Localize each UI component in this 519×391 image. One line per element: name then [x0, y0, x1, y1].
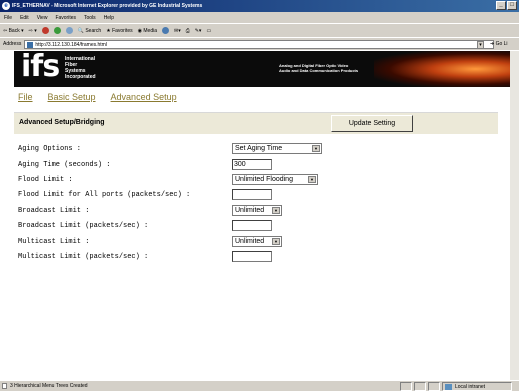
flood-all-input[interactable] [232, 189, 272, 200]
print-icon[interactable]: ⎙ [186, 28, 190, 34]
address-url: http://3.112.130.184/frames.html [35, 41, 107, 48]
ie-icon: e [2, 2, 10, 10]
flood-limit-label: Flood Limit : [18, 176, 73, 184]
aging-time-label: Aging Time (seconds) : [18, 161, 111, 169]
aging-options-value: Set Aging Time [235, 145, 283, 152]
multicast-pps-label: Multicast Limit (packets/sec) : [18, 253, 149, 261]
multicast-limit-label: Multicast Limit : [18, 238, 90, 246]
chevron-down-icon: ▼ [272, 207, 280, 214]
forward-icon[interactable]: ⇨ ▾ [29, 28, 37, 34]
mail-icon[interactable]: ✉▾ [174, 28, 181, 34]
address-dropdown-icon[interactable]: ▾ [477, 41, 484, 49]
document-icon [2, 383, 7, 389]
zone-label: Local intranet [455, 383, 486, 390]
multicast-limit-value: Unlimited [235, 238, 265, 245]
refresh-icon[interactable] [53, 27, 61, 34]
fiber-optic-image [374, 51, 519, 87]
nav-basic-setup-link[interactable]: Basic Setup [48, 92, 96, 102]
status-text: 3 Hierarchical Menu Trees Created [10, 383, 88, 389]
status-bar: 3 Hierarchical Menu Trees Created Local … [0, 380, 519, 391]
multicast-pps-input[interactable] [232, 251, 272, 262]
update-setting-button[interactable]: Update Setting [331, 115, 413, 132]
menu-help[interactable]: Help [104, 15, 114, 21]
home-icon[interactable] [65, 27, 73, 34]
favorites-button[interactable]: ★ Favorites [106, 28, 132, 34]
menu-favorites[interactable]: Favorites [55, 15, 76, 21]
broadcast-pps-label: Broadcast Limit (packets/sec) : [18, 222, 149, 230]
broadcast-pps-input[interactable] [232, 220, 272, 231]
status-cell [428, 381, 440, 391]
status-cell [400, 381, 412, 391]
security-zone: Local intranet [442, 381, 512, 391]
scrollbar[interactable] [510, 51, 519, 380]
broadcast-limit-value: Unlimited [235, 207, 265, 214]
broadcast-limit-select[interactable]: Unlimited ▼ [232, 205, 282, 216]
section-header: Advanced Setup/Bridging Update Setting [14, 112, 498, 134]
address-bar: Address http://3.112.130.184/frames.html… [0, 37, 519, 50]
company-line: Incorporated [65, 74, 96, 80]
back-label: Back [8, 27, 20, 34]
top-nav: File Basic Setup Advanced Setup [18, 92, 177, 102]
menu-tools[interactable]: Tools [84, 15, 96, 21]
banner-tagline: Analog and Digital Fiber Optic Video Aud… [279, 63, 358, 73]
aging-options-label: Aging Options : [18, 145, 82, 153]
intranet-icon [445, 383, 452, 390]
media-label: Media [143, 27, 158, 34]
section-title: Advanced Setup/Bridging [19, 119, 105, 126]
tagline-line: Audio and Data Communication Products [279, 68, 359, 73]
address-input[interactable]: http://3.112.130.184/frames.html [24, 39, 495, 49]
discuss-icon[interactable]: ▭ [206, 28, 211, 34]
window-title: IFS_ETHERNAV - Microsoft Internet Explor… [12, 3, 203, 9]
chevron-down-icon: ▼ [272, 238, 280, 245]
broadcast-limit-label: Broadcast Limit : [18, 207, 90, 215]
ifs-banner: ifs International Fiber Systems Incorpor… [14, 51, 519, 87]
chevron-down-icon: ▼ [312, 145, 320, 152]
maximize-button[interactable]: □ [507, 1, 517, 10]
menu-bar: File Edit View Favorites Tools Help [0, 12, 519, 23]
address-label: Address [3, 41, 22, 47]
chevron-down-icon: ▼ [308, 176, 316, 183]
flood-limit-select[interactable]: Unlimited Flooding ▼ [232, 174, 318, 185]
history-icon[interactable] [162, 27, 170, 34]
menu-edit[interactable]: Edit [20, 15, 29, 21]
minimize-button[interactable]: _ [496, 1, 506, 10]
media-button[interactable]: ◉ Media [138, 28, 157, 34]
go-button[interactable]: ➜ Go Li [490, 41, 508, 47]
stop-icon[interactable] [41, 27, 49, 34]
nav-file-link[interactable]: File [18, 92, 33, 102]
toolbar: ⇦ Back ▾ ⇨ ▾ 🔍 Search ★ Favorites ◉ Medi… [0, 23, 519, 37]
favorites-label: Favorites [112, 27, 133, 34]
flood-limit-value: Unlimited Flooding [235, 176, 293, 183]
aging-options-select[interactable]: Set Aging Time ▼ [232, 143, 322, 154]
ifs-logo: ifs International Fiber Systems Incorpor… [19, 51, 96, 85]
search-button[interactable]: 🔍 Search [78, 28, 101, 34]
nav-advanced-setup-link[interactable]: Advanced Setup [111, 92, 177, 102]
window-controls: _ □ [496, 1, 517, 10]
window-title-bar: e IFS_ETHERNAV - Microsoft Internet Expl… [0, 0, 519, 12]
edit-icon[interactable]: ✎▾ [195, 28, 202, 34]
back-button[interactable]: ⇦ Back ▾ [3, 28, 24, 34]
links-label: Li [503, 41, 508, 47]
company-name: International Fiber Systems Incorporated [65, 56, 96, 80]
menu-file[interactable]: File [4, 15, 12, 21]
status-text-area: 3 Hierarchical Menu Trees Created [0, 383, 400, 389]
menu-view[interactable]: View [37, 15, 48, 21]
multicast-limit-select[interactable]: Unlimited ▼ [232, 236, 282, 247]
go-label: Go [495, 41, 503, 47]
search-label: Search [85, 27, 102, 34]
flood-all-label: Flood Limit for All ports (packets/sec) … [18, 191, 191, 199]
aging-time-input[interactable]: 300 [232, 159, 272, 170]
page-icon [27, 41, 34, 48]
status-cell [414, 381, 426, 391]
logo-text: ifs [21, 51, 60, 84]
